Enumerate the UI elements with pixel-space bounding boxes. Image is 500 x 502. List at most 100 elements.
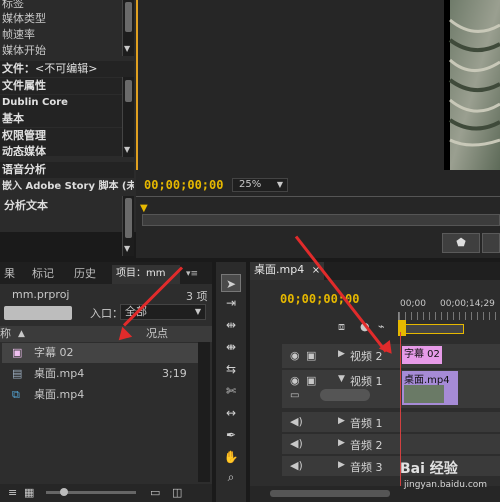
section-basic[interactable]: 基本	[0, 111, 122, 127]
project-item[interactable]: ⧉ 桌面.mp4	[2, 385, 198, 405]
tab-markers[interactable]: 标记	[28, 265, 58, 284]
video-clip-label: 桌面.mp4	[404, 375, 450, 386]
program-monitor: 00;00;00;00 25% ▼ ▼ ⬟	[136, 0, 500, 258]
tab-effects[interactable]: 果	[0, 265, 19, 284]
zoom-icon[interactable]: ⌕	[221, 468, 241, 486]
icon-view-icon[interactable]: ▦	[24, 486, 34, 499]
lock-icon[interactable]: ▣	[306, 349, 316, 362]
scroll-down-icon[interactable]: ▼	[124, 44, 130, 53]
meta-row-media-start: 媒体开始	[2, 44, 46, 55]
zoom-slider-thumb[interactable]	[60, 488, 68, 496]
video-clip[interactable]: 桌面.mp4	[402, 371, 458, 405]
project-item-points: 3;19	[162, 367, 187, 380]
expand-icon[interactable]: ▶	[338, 438, 345, 448]
scroll-down-icon[interactable]: ▼	[124, 145, 130, 154]
timeline-panel: 桌面.mp4 × 00;00;00;00 00;00 00;00;14;29 ⧈…	[250, 262, 500, 502]
title-clip[interactable]: 字幕 02	[402, 346, 442, 364]
project-panel: 果 标记 历史 项目：mm ▾≡ mm.prproj 3 项 入口： 全部 ▼ …	[0, 262, 212, 502]
track-label: 视频 1	[350, 375, 383, 388]
title-icon: ▣	[12, 346, 23, 359]
speech-analysis-title: 语音分析	[0, 162, 134, 178]
expand-icon[interactable]: ▶	[338, 349, 345, 359]
tab-history[interactable]: 历史	[70, 265, 100, 284]
meta-scrollbar-top[interactable]: ▼	[122, 0, 134, 56]
speaker-icon[interactable]: ◀)	[290, 459, 303, 472]
scroll-down-icon[interactable]: ▼	[124, 244, 130, 253]
watermark: Bai 经验	[400, 461, 458, 477]
keyframe-icon[interactable]: ▭	[290, 390, 299, 401]
project-item-name: 字幕 02	[34, 346, 74, 359]
collapse-icon[interactable]: ▼	[338, 374, 345, 384]
rate-stretch-icon[interactable]: ⇆	[221, 360, 241, 378]
expand-icon[interactable]: ▶	[338, 416, 345, 426]
ruler-end: 00;00;14;29	[440, 299, 495, 309]
work-area-bar[interactable]	[400, 324, 464, 334]
video-preview	[448, 0, 500, 170]
chevron-down-icon: ▼	[276, 180, 283, 189]
col-points[interactable]: 况点	[146, 326, 168, 342]
meta-row-media-type: 媒体类型	[2, 12, 46, 25]
selection-tool-icon[interactable]: ➤	[221, 274, 241, 292]
embed-script-row[interactable]: 嵌入 Adobe Story 脚本 (未	[0, 179, 134, 195]
track-label: 音频 2	[350, 439, 383, 452]
razor-icon[interactable]: ✄	[221, 382, 241, 400]
slip-icon[interactable]: ↔	[221, 404, 241, 422]
pen-icon[interactable]: ✒	[221, 426, 241, 444]
project-item-name: 桌面.mp4	[34, 367, 85, 380]
track-label: 视频 2	[350, 350, 383, 363]
keyframe-nav[interactable]	[320, 389, 370, 401]
in-label: 入口：	[90, 307, 123, 320]
track-audio-3	[282, 456, 500, 476]
file-row: 文件：<不可编辑>	[0, 61, 134, 77]
marker-button[interactable]: ⬟	[442, 233, 480, 253]
panel-menu-icon[interactable]: ▾≡	[182, 265, 202, 284]
project-item-name: 桌面.mp4	[34, 388, 85, 401]
project-item[interactable]: ▤ 桌面.mp4 3;19	[2, 364, 198, 384]
monitor-scrubber[interactable]	[142, 214, 500, 226]
speaker-icon[interactable]: ◀)	[290, 415, 303, 428]
project-filename: mm.prproj	[12, 288, 70, 301]
link-icon[interactable]: ⌁	[378, 320, 385, 333]
playhead-marker-icon[interactable]: ▼	[140, 203, 148, 214]
eye-icon[interactable]: ◉	[290, 374, 300, 387]
list-view-icon[interactable]: ≡	[8, 486, 17, 499]
eye-icon[interactable]: ◉	[290, 349, 300, 362]
expand-icon[interactable]: ▶	[338, 460, 345, 470]
sort-up-icon[interactable]: ▲	[18, 326, 25, 342]
zoom-select[interactable]: 25% ▼	[232, 178, 288, 192]
monitor-timecode[interactable]: 00;00;00;00	[144, 178, 223, 192]
tools-panel: ➤ ⇥ ⇹ ⇼ ⇆ ✄ ↔ ✒ ✋ ⌕	[216, 262, 246, 502]
sequence-icon: ⧉	[12, 388, 20, 401]
project-footer: ≡ ▦ ▭ ◫	[0, 484, 212, 502]
meta-scrollbar-bottom[interactable]: ▼	[122, 196, 134, 256]
project-item[interactable]: ▣ 字幕 02	[2, 343, 198, 363]
section-rights[interactable]: 权限管理	[0, 128, 122, 144]
speaker-icon[interactable]: ◀)	[290, 437, 303, 450]
marker-icon: ⬟	[456, 236, 466, 249]
lock-icon[interactable]: ▣	[306, 374, 316, 387]
analyze-text-row[interactable]: 分析文本	[0, 198, 120, 214]
meta-scrollbar-mid[interactable]: ▼	[122, 77, 134, 157]
section-dublin-core[interactable]: Dublin Core	[0, 95, 122, 111]
track-label: 音频 1	[350, 417, 383, 430]
rolling-edit-icon[interactable]: ⇼	[221, 338, 241, 356]
ripple-edit-icon[interactable]: ⇹	[221, 316, 241, 334]
project-scrollbar[interactable]	[198, 342, 210, 482]
track-select-icon[interactable]: ⇥	[221, 294, 241, 312]
section-file-props[interactable]: 文件属性	[0, 78, 122, 94]
snap-icon[interactable]: ⧈	[338, 320, 345, 334]
track-audio-2	[282, 434, 500, 454]
item-count: 3 项	[186, 290, 208, 303]
section-dynamic-media[interactable]: 动态媒体	[0, 144, 122, 156]
col-name[interactable]: 称	[0, 326, 11, 342]
new-item-icon[interactable]: ◫	[172, 486, 182, 499]
tab-sequence[interactable]: 桌面.mp4 ×	[250, 262, 325, 280]
search-input[interactable]	[4, 306, 72, 320]
bin-icon[interactable]: ▭	[150, 486, 160, 499]
time-ruler[interactable]	[398, 312, 500, 320]
clip-thumbnail	[404, 385, 444, 403]
film-icon: ▤	[12, 367, 23, 380]
sequence-tab-label: 桌面.mp4	[254, 263, 305, 276]
hand-icon[interactable]: ✋	[221, 448, 241, 466]
extra-button[interactable]	[482, 233, 500, 253]
